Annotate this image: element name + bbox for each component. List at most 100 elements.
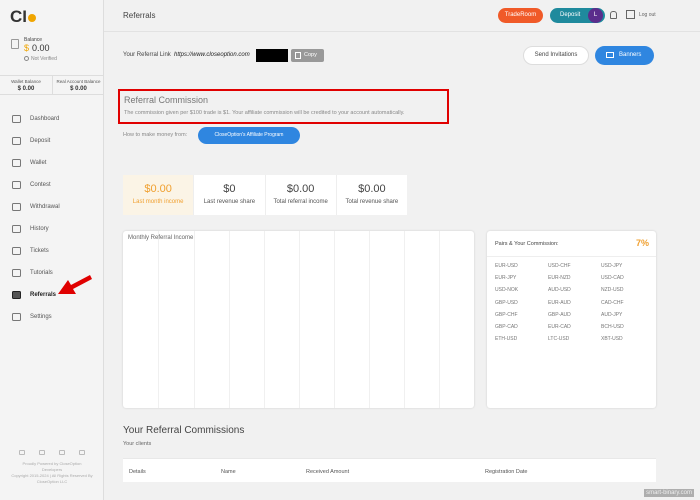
history-icon [12, 225, 21, 233]
sidebar-item-contest[interactable]: Contest [0, 174, 104, 196]
grid-line [369, 231, 370, 408]
redacted-block [256, 49, 288, 62]
sidebar-item-label: Tutorials [30, 270, 53, 276]
sidebar: CI Balance $0.00 Not Verified Wallet Bal… [0, 0, 104, 500]
topbar: Referrals TradeRoom Deposit L Log out [104, 0, 700, 32]
real-account-balance: Real Account Balance $ 0.00 [52, 75, 104, 95]
withdrawal-icon [12, 203, 21, 211]
sidebar-item-dashboard[interactable]: Dashboard [0, 108, 104, 130]
pair-item: EUR-NZD [548, 275, 571, 282]
stat-card: $0 Last revenue share [194, 175, 266, 215]
footer-company: CloseOption LLC [36, 479, 68, 484]
pair-item: CAD-CHF [601, 299, 624, 306]
pairs-panel: Pairs & Your Commission: 7% EUR-USD USD-C… [487, 231, 656, 408]
logo[interactable]: CI [10, 7, 36, 27]
column-header-name[interactable]: Name [221, 469, 236, 475]
pair-item: EUR-USD [495, 263, 518, 269]
pair-item: EUR-CAD [548, 323, 571, 330]
column-header-details[interactable]: Details [129, 469, 146, 475]
howto-label: How to make money from: [123, 132, 188, 138]
stat-label: Last revenue share [203, 199, 256, 205]
sidebar-item-settings[interactable]: Settings [0, 306, 104, 328]
pairs-grid: EUR-USD USD-CHF USD-JPY EUR-JPY EUR-NZD USD-C… [495, 263, 650, 342]
sidebar-item-label: Contest [30, 182, 51, 188]
logout-icon[interactable] [626, 10, 635, 19]
pair-item: USD-JPY [601, 263, 623, 269]
pair-item: EUR-JPY [495, 275, 517, 282]
stat-card: $0.00 Total referral income [266, 175, 337, 215]
sidebar-item-tickets[interactable]: Tickets [0, 240, 104, 262]
image-icon [606, 52, 614, 58]
send-invitations-button[interactable]: Send Invitations [523, 46, 589, 65]
dashboard-icon [12, 115, 21, 123]
grid-line [439, 231, 440, 408]
avatar[interactable]: L [588, 8, 603, 23]
sidebar-item-label: Deposit [30, 138, 51, 144]
banners-button[interactable]: Banners [595, 46, 654, 65]
referral-link-url[interactable]: https://www.closeoption.com [174, 52, 250, 58]
pair-item: XBT-USD [601, 336, 623, 343]
pair-item: EUR-AUD [548, 299, 571, 306]
sidebar-item-label: History [30, 226, 49, 232]
column-header-received-amount[interactable]: Received Amount [306, 469, 349, 475]
deposit-icon [12, 137, 21, 145]
stat-card: $0.00 Total revenue share [337, 175, 407, 215]
twitter-icon[interactable] [39, 450, 45, 455]
copy-icon [295, 52, 301, 59]
sidebar-item-label: Wallet [30, 160, 47, 166]
stat-value: $0.00 [358, 183, 386, 195]
traderoom-button[interactable]: TradeRoom [498, 8, 543, 23]
sidebar-footer: Proudly Powered by CloseOption Developer… [0, 450, 104, 485]
pair-item: GBP-AUD [548, 311, 571, 318]
stat-label: Last month income [132, 199, 184, 205]
balance-amount: $0.00 [24, 43, 50, 53]
commission-title: Referral Commission [124, 95, 209, 105]
copy-button[interactable]: Copy [291, 49, 324, 62]
wallet-balance: Wallet Balance $ 0.00 [0, 75, 52, 95]
telegram-icon[interactable] [79, 450, 85, 455]
youtube-icon[interactable] [59, 450, 65, 455]
grid-line [158, 231, 159, 408]
pair-item: ETH-USD [495, 336, 518, 343]
status-circle-icon [24, 56, 29, 61]
grid-line [264, 231, 265, 408]
grid-line [404, 231, 405, 408]
sidebar-item-deposit[interactable]: Deposit [0, 130, 104, 152]
instagram-icon[interactable] [19, 450, 25, 455]
red-arrow-annotation [58, 275, 92, 294]
pair-item: GBP-USD [495, 299, 518, 306]
page-title: Referrals [123, 11, 156, 20]
sidebar-item-label: Settings [30, 314, 52, 320]
pair-item: LTC-USD [548, 336, 570, 343]
sidebar-item-withdrawal[interactable]: Withdrawal [0, 196, 104, 218]
sidebar-item-history[interactable]: History [0, 218, 104, 240]
logo-dot [28, 14, 36, 22]
pairs-title: Pairs & Your Commission: [495, 241, 559, 247]
affiliate-program-button[interactable]: CloseOption's Affiliate Program [198, 127, 300, 144]
stat-value: $0.00 [286, 183, 315, 195]
sidebar-item-label: Tickets [30, 248, 49, 254]
sidebar-item-wallet[interactable]: Wallet [0, 152, 104, 174]
sidebar-item-label: Withdrawal [30, 204, 60, 210]
logout-link[interactable]: Log out [639, 12, 656, 18]
stat-label: Total referral income [273, 199, 328, 205]
pair-item: USD-CAD [601, 275, 624, 282]
pair-item: GBP-CAD [495, 323, 518, 330]
monthly-income-chart: Monthly Referral Income [123, 231, 474, 408]
watermark: smart-binary.com [644, 489, 694, 497]
commissions-subtitle: Your clients [123, 441, 152, 447]
chart-title: Monthly Referral Income [128, 235, 194, 241]
column-header-registration-date[interactable]: Registration Date [485, 469, 528, 475]
wallet-icon [12, 159, 21, 167]
pair-item: AUD-JPY [601, 311, 623, 318]
stats-panel: $0.00 Last month income $0 Last revenue sha… [123, 175, 407, 215]
trophy-icon [12, 181, 21, 189]
grid-line [334, 231, 335, 408]
bell-icon[interactable] [610, 11, 617, 19]
grid-line [229, 231, 230, 408]
pair-item: AUD-USD [548, 287, 571, 294]
ticket-icon [12, 247, 21, 255]
verification-status[interactable]: Not Verified [24, 56, 57, 62]
sidebar-item-label: Dashboard [30, 116, 60, 122]
referrals-icon [12, 291, 21, 299]
